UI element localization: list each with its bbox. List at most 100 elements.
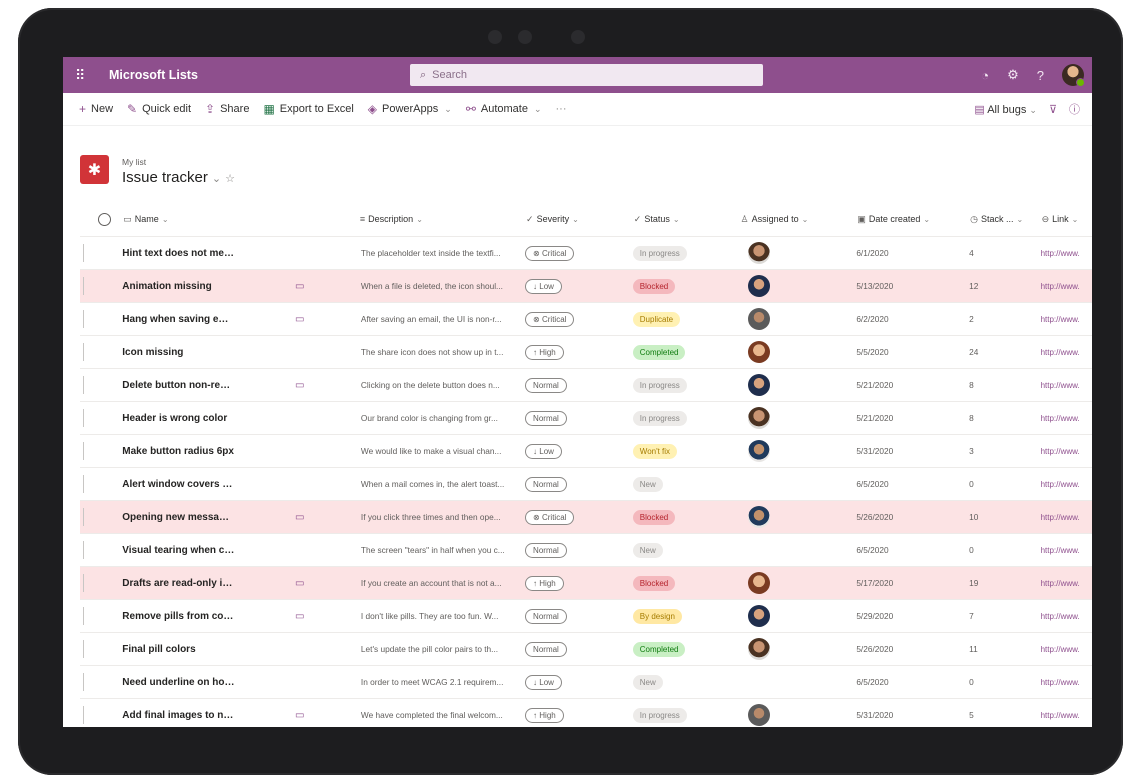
issue-name[interactable]: Hint text does not meet contrast (122, 248, 240, 259)
filter-icon[interactable]: ⊽ (1049, 103, 1057, 116)
search-box[interactable]: ⌕ Search (410, 64, 763, 86)
issue-name[interactable]: Need underline on hover of help li... (122, 677, 240, 688)
issue-link[interactable]: http://www. (1041, 579, 1080, 588)
issue-name[interactable]: Remove pills from column formatti... (122, 611, 240, 622)
list-title[interactable]: Issue tracker ⌄ ☆ (122, 169, 235, 186)
star-icon[interactable]: ☆ (225, 173, 235, 185)
issue-link[interactable]: http://www. (1041, 381, 1080, 390)
row-select-cell[interactable] (80, 302, 123, 336)
issue-link[interactable]: http://www. (1041, 249, 1080, 258)
comment-icon[interactable]: ▭ (295, 512, 304, 523)
row-select-cell[interactable] (80, 599, 123, 633)
comment-icon[interactable]: ▭ (295, 578, 304, 589)
column-header-stack[interactable]: ◷ Stack ... ⌄ (969, 202, 1041, 237)
comment-icon[interactable]: ▭ (295, 314, 304, 325)
issue-name[interactable]: Hang when saving email (122, 314, 240, 325)
row-select-cell[interactable] (80, 533, 123, 567)
issue-link[interactable]: http://www. (1041, 414, 1080, 423)
avatar[interactable] (747, 638, 770, 660)
avatar[interactable] (747, 605, 770, 627)
comment-icon[interactable]: ▭ (295, 380, 304, 391)
bell-icon[interactable]: ◔ (981, 68, 989, 83)
table-row[interactable]: Remove pills from column formatti... ▭ I d… (80, 599, 1092, 633)
row-select-cell[interactable] (80, 236, 123, 270)
issue-link[interactable]: http://www. (1041, 480, 1080, 489)
export-button[interactable]: ▦ Export to Excel (263, 102, 353, 116)
column-header-name[interactable]: ▭ Name ⌄ (122, 202, 359, 237)
row-select-cell[interactable] (80, 368, 123, 402)
issue-name[interactable]: Drafts are read-only in external acc... (122, 578, 240, 589)
table-row[interactable]: Make button radius 6px We would like to m… (80, 434, 1092, 468)
issue-name[interactable]: Make button radius 6px (122, 446, 240, 457)
row-select-cell[interactable] (80, 698, 123, 727)
avatar[interactable] (747, 407, 770, 429)
avatar[interactable] (747, 242, 770, 264)
comment-icon[interactable]: ▭ (295, 281, 304, 292)
issue-name[interactable]: Animation missing (122, 281, 240, 292)
issue-link[interactable]: http://www. (1041, 711, 1080, 720)
table-row[interactable]: Hint text does not meet contrast The plac… (80, 236, 1092, 270)
table-row[interactable]: Alert window covers up command ... When a… (80, 467, 1092, 501)
row-select-cell[interactable] (80, 566, 123, 600)
chevron-down-icon[interactable]: ⌄ (212, 173, 221, 185)
issue-name[interactable]: Add final images to new message s... (122, 710, 240, 721)
issue-link[interactable]: http://www. (1041, 678, 1080, 687)
avatar[interactable] (747, 341, 770, 363)
powerapps-button[interactable]: ◈ PowerApps ⌄ (368, 102, 452, 116)
new-button[interactable]: + New (79, 102, 113, 116)
issue-link[interactable]: http://www. (1041, 348, 1080, 357)
issue-name[interactable]: Delete button non-responsive (122, 380, 240, 391)
column-header-assigned[interactable]: ♙ Assigned to ⌄ (739, 202, 857, 237)
issue-link[interactable]: http://www. (1041, 645, 1080, 654)
quick-edit-button[interactable]: ✎ Quick edit (127, 102, 191, 116)
table-row[interactable]: Icon missing The share icon does not show… (80, 335, 1092, 369)
table-row[interactable]: Need underline on hover of help li... In … (80, 665, 1092, 699)
issue-name[interactable]: Visual tearing when closing dialog (122, 545, 240, 556)
table-row[interactable]: Visual tearing when closing dialog The sc… (80, 533, 1092, 567)
avatar[interactable] (747, 506, 770, 528)
table-row[interactable]: Header is wrong color Our brand color is … (80, 401, 1092, 435)
issue-name[interactable]: Alert window covers up command ... (122, 479, 240, 490)
avatar[interactable] (747, 275, 770, 297)
table-row[interactable]: Opening new message crashes syst... ▭ If y… (80, 500, 1092, 534)
column-header-severity[interactable]: ✓ Severity ⌄ (525, 202, 633, 237)
avatar[interactable] (747, 704, 770, 726)
table-row[interactable]: Hang when saving email ▭ After saving an e… (80, 302, 1092, 336)
more-button[interactable]: ··· (556, 103, 567, 115)
issue-link[interactable]: http://www. (1041, 612, 1080, 621)
issue-link[interactable]: http://www. (1041, 315, 1080, 324)
select-all-checkbox[interactable] (98, 212, 111, 226)
row-select-cell[interactable] (80, 401, 123, 435)
issue-link[interactable]: http://www. (1041, 447, 1080, 456)
table-row[interactable]: Delete button non-responsive ▭ Clicking on… (80, 368, 1092, 402)
comment-icon[interactable]: ▭ (295, 710, 304, 721)
table-row[interactable]: Animation missing ▭ When a file is deleted… (80, 269, 1092, 303)
issue-link[interactable]: http://www. (1041, 513, 1080, 522)
issue-name[interactable]: Opening new message crashes syst... (122, 512, 240, 523)
row-select-cell[interactable] (80, 467, 123, 501)
row-select-cell[interactable] (80, 269, 123, 303)
column-header-description[interactable]: ≡ Description ⌄ (358, 202, 526, 237)
comment-icon[interactable]: ▭ (295, 611, 304, 622)
user-avatar[interactable] (1062, 64, 1085, 87)
table-row[interactable]: Add final images to new message s... ▭ We … (80, 698, 1092, 727)
column-header-status[interactable]: ✓ Status ⌄ (632, 202, 740, 237)
issue-link[interactable]: http://www. (1041, 546, 1080, 555)
issue-link[interactable]: http://www. (1041, 282, 1080, 291)
column-header-link[interactable]: ⊖ Link ⌄ (1040, 202, 1092, 237)
row-select-cell[interactable] (80, 335, 123, 369)
automate-button[interactable]: ⚯ Automate ⌄ (466, 102, 542, 116)
issue-name[interactable]: Final pill colors (122, 644, 240, 655)
issue-name[interactable]: Header is wrong color (122, 413, 240, 424)
app-name[interactable]: Microsoft Lists (109, 68, 198, 82)
issue-name[interactable]: Icon missing (122, 347, 240, 358)
row-select-cell[interactable] (80, 434, 123, 468)
info-icon[interactable]: ⓘ (1069, 101, 1080, 117)
avatar[interactable] (747, 572, 770, 594)
view-selector[interactable]: ▤ All bugs ⌄ (974, 103, 1037, 116)
column-header-date[interactable]: ▣ Date created ⌄ (856, 202, 970, 237)
avatar[interactable] (747, 374, 770, 396)
row-select-cell[interactable] (80, 632, 123, 666)
help-icon[interactable]: ? (1037, 68, 1044, 83)
avatar[interactable] (747, 440, 770, 462)
